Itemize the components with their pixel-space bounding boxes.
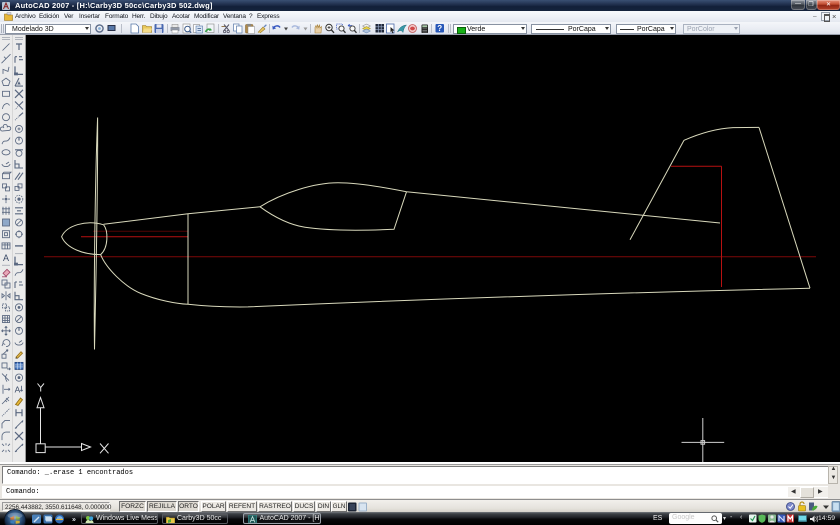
- svg-text:»: »: [72, 516, 76, 523]
- svg-text:?: ?: [437, 24, 442, 33]
- svg-text:A: A: [15, 385, 21, 395]
- svg-text:A: A: [3, 253, 9, 263]
